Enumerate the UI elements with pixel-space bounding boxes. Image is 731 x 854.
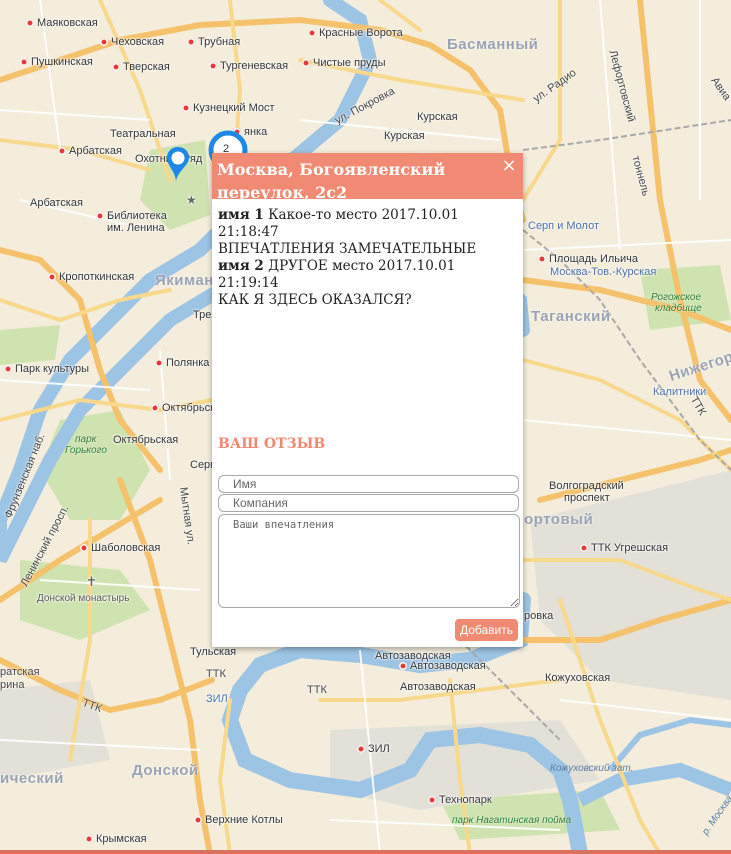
metro-label[interactable]: Библиотека <box>96 210 167 222</box>
add-button[interactable]: Добавить <box>454 619 518 641</box>
review-form-title: ВАШ ОТЗЫВ <box>218 436 326 452</box>
district-label: ортовый <box>524 511 594 528</box>
landmark-star-icon: ★ <box>186 193 197 207</box>
metro-label[interactable]: Крымская <box>85 833 147 845</box>
metro-label[interactable]: Парк культуры <box>4 363 89 375</box>
district-label: Таганский <box>531 308 611 325</box>
close-icon[interactable]: × <box>501 157 517 175</box>
metro-label[interactable]: Верхние Котлы <box>194 814 283 826</box>
metro-label[interactable]: Полянка <box>155 357 209 369</box>
metro-label[interactable]: ровка <box>524 610 553 622</box>
metro-label[interactable]: Серп и Молот <box>528 220 599 232</box>
review-place: ДРУГОЕ место <box>268 258 374 274</box>
cemetery-label: кладбище <box>655 303 702 314</box>
metro-label[interactable]: проспект <box>564 492 610 504</box>
bottom-strip <box>0 850 731 854</box>
water-label: Кожуховский зат. <box>550 763 634 774</box>
review-text: ВПЕЧАТЛЕНИЯ ЗАМЕЧАТЕЛЬНЫЕ <box>218 241 477 257</box>
metro-label[interactable]: им. Ленина <box>107 222 165 234</box>
metro-label[interactable]: Тульская <box>190 646 236 658</box>
monastery-label: Донской монастырь <box>37 593 130 604</box>
name-input[interactable] <box>218 475 519 493</box>
park-label: Горького <box>65 445 107 456</box>
metro-label[interactable]: Москва-Тов.-Курская <box>550 266 656 278</box>
review-author: имя 1 <box>218 207 264 223</box>
metro-label[interactable]: Тверская <box>112 61 170 73</box>
park-label: парк Нагатинская пойма <box>452 815 572 826</box>
metro-label[interactable]: Технопарк <box>428 794 492 806</box>
metro-label[interactable]: Театральная <box>110 128 176 140</box>
metro-label[interactable]: Курская <box>384 130 425 142</box>
metro-label[interactable]: Октябрьская <box>113 434 178 446</box>
street-label: ратская <box>0 666 40 678</box>
metro-label[interactable]: Арбатская <box>58 145 122 157</box>
metro-label[interactable]: Кропоткинская <box>48 271 134 283</box>
metro-label[interactable]: Кузнецкий Мост <box>182 102 275 114</box>
metro-label[interactable]: Маяковская <box>26 17 98 29</box>
metro-label[interactable]: Автозаводская <box>399 660 486 672</box>
metro-label[interactable]: ЗИЛ <box>357 743 390 755</box>
monastery-icon: ✝ <box>86 574 97 589</box>
popup-title: Москва, Богоявленский переулок, 2с2 <box>217 160 446 202</box>
review-item: имя 2 ДРУГОЕ место 2017.10.01 21:19:14 К… <box>218 258 517 309</box>
metro-label[interactable]: Шаболовская <box>80 542 160 554</box>
street-label: рина <box>0 679 25 691</box>
park-label: парк <box>75 434 97 445</box>
metro-label[interactable]: Тре <box>193 309 211 321</box>
popup-header: Москва, Богоявленский переулок, 2с2 <box>212 153 523 202</box>
district-label: Якиман <box>155 272 214 289</box>
metro-label[interactable]: ЗИЛ <box>206 693 228 705</box>
street-label: ТТК <box>307 684 327 696</box>
district-label: ический <box>0 770 64 787</box>
company-input[interactable] <box>218 494 519 512</box>
review-popup: Москва, Богоявленский переулок, 2с2 × им… <box>212 153 523 647</box>
metro-label[interactable]: Чистые пруды <box>302 57 386 69</box>
cemetery-label: Рогожское <box>651 292 702 303</box>
metro-label[interactable]: Трубная <box>187 36 240 48</box>
metro-label[interactable]: Волгоградский <box>549 480 624 492</box>
metro-label[interactable]: Автозаводская <box>400 681 476 693</box>
metro-label[interactable]: Пушкинская <box>20 56 93 68</box>
review-item: имя 1 Какое-то место 2017.10.01 21:18:47… <box>218 207 517 258</box>
street-label: ТТК <box>206 668 226 680</box>
impressions-textarea[interactable] <box>218 514 520 608</box>
metro-label[interactable]: Курская <box>417 111 458 123</box>
metro-label[interactable]: ТТК Угрешская <box>580 542 668 554</box>
metro-label[interactable]: Тургеневская <box>209 60 288 72</box>
map-pin-icon[interactable] <box>165 145 191 183</box>
metro-label[interactable]: Площадь Ильича <box>538 253 638 265</box>
metro-label[interactable]: Кожуховская <box>545 672 610 684</box>
reviews-list: имя 1 Какое-то место 2017.10.01 21:18:47… <box>212 199 523 407</box>
metro-label[interactable]: Красные Ворота <box>308 27 403 39</box>
review-text: КАК Я ЗДЕСЬ ОКАЗАЛСЯ? <box>218 292 412 308</box>
review-author: имя 2 <box>218 258 264 274</box>
district-label: Басманный <box>447 36 539 53</box>
metro-label[interactable]: Арбатская <box>30 197 83 209</box>
district-label: Донской <box>132 762 199 779</box>
metro-label[interactable]: Чеховская <box>100 36 164 48</box>
review-place: Какое-то место <box>268 207 378 223</box>
